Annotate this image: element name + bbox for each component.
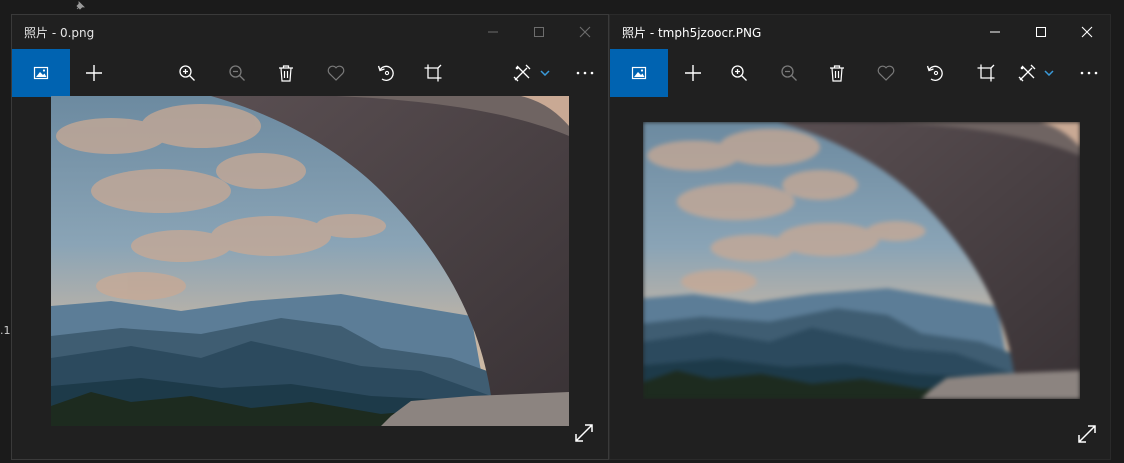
- add-icon: [685, 65, 701, 81]
- full-screen-icon[interactable]: [572, 421, 596, 445]
- add-icon: [86, 65, 102, 81]
- zoom-in-button[interactable]: [167, 49, 207, 97]
- pin-icon: [76, 1, 85, 10]
- maximize-button[interactable]: [1018, 15, 1064, 49]
- zoom-out-button[interactable]: [217, 49, 257, 97]
- zoom-out-icon: [229, 65, 245, 81]
- delete-icon: [830, 65, 844, 82]
- rotate-icon: [926, 65, 943, 81]
- view-icon: [631, 66, 647, 80]
- maximize-icon: [534, 27, 544, 37]
- close-icon: [579, 26, 591, 38]
- full-screen-icon[interactable]: [1075, 422, 1099, 446]
- delete-icon: [279, 65, 293, 82]
- chevron-down-icon[interactable]: [540, 70, 550, 76]
- zoom-out-button[interactable]: [769, 49, 809, 97]
- window-title: 照片 - 0.png: [24, 26, 95, 40]
- zoom-in-icon: [731, 65, 747, 81]
- more-icon: [576, 71, 594, 75]
- favorite-icon: [327, 65, 345, 81]
- delete-button[interactable]: [817, 49, 857, 97]
- minimize-icon: [990, 31, 1000, 33]
- title-bar[interactable]: 照片 - tmph5jzoocr.PNG: [610, 15, 1110, 49]
- edit-icon: [513, 64, 531, 82]
- more-button[interactable]: [565, 49, 605, 97]
- crop-icon: [977, 64, 995, 82]
- favorite-button[interactable]: [866, 49, 906, 97]
- zoom-in-button[interactable]: [719, 49, 759, 97]
- minimize-button[interactable]: [470, 15, 516, 49]
- rotate-button[interactable]: [915, 49, 955, 97]
- photos-window-right[interactable]: 照片 - tmph5jzoocr.PNG: [609, 14, 1111, 460]
- edit-button[interactable]: [502, 49, 542, 97]
- photo-canvas[interactable]: [51, 96, 569, 426]
- edit-button[interactable]: [1007, 49, 1047, 97]
- add-button[interactable]: [74, 49, 114, 97]
- chevron-down-icon[interactable]: [1044, 70, 1054, 76]
- landscape-photo: [643, 122, 1080, 399]
- zoom-out-icon: [781, 65, 797, 81]
- favorite-icon: [877, 65, 895, 81]
- close-button[interactable]: [1064, 15, 1110, 49]
- minimize-button[interactable]: [972, 15, 1018, 49]
- photo-canvas[interactable]: [643, 122, 1080, 399]
- photos-window-left[interactable]: 照片 - 0.png: [11, 14, 609, 460]
- minimize-icon: [488, 31, 498, 33]
- toolbar: [610, 49, 1110, 97]
- landscape-photo: [51, 96, 569, 426]
- maximize-icon: [1036, 27, 1046, 37]
- view-icon: [33, 66, 49, 80]
- edit-icon: [1018, 64, 1036, 82]
- crop-button[interactable]: [413, 49, 453, 97]
- delete-button[interactable]: [266, 49, 306, 97]
- more-button[interactable]: [1069, 49, 1109, 97]
- close-icon: [1081, 26, 1093, 38]
- zoom-in-icon: [179, 65, 195, 81]
- title-bar[interactable]: 照片 - 0.png: [12, 15, 608, 49]
- crop-icon: [424, 64, 442, 82]
- view-button[interactable]: [610, 49, 668, 97]
- favorite-button[interactable]: [316, 49, 356, 97]
- more-icon: [1080, 71, 1098, 75]
- view-button[interactable]: [12, 49, 70, 97]
- crop-button[interactable]: [966, 49, 1006, 97]
- maximize-button[interactable]: [516, 15, 562, 49]
- desktop-edge-text: .1: [0, 324, 11, 337]
- rotate-icon: [377, 65, 394, 81]
- add-button[interactable]: [673, 49, 713, 97]
- close-button[interactable]: [562, 15, 608, 49]
- rotate-button[interactable]: [366, 49, 406, 97]
- toolbar: [12, 49, 608, 97]
- window-title: 照片 - tmph5jzoocr.PNG: [622, 26, 762, 40]
